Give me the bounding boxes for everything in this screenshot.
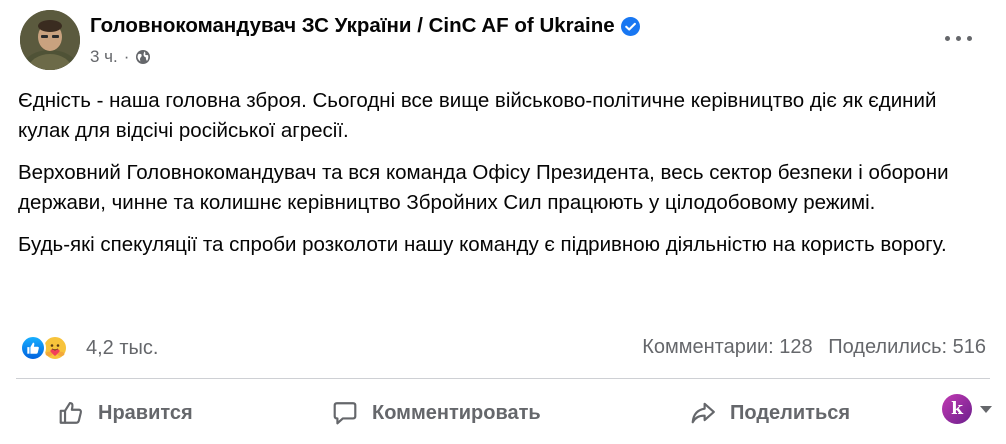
share-arrow-icon	[691, 402, 715, 424]
more-dot-icon	[955, 35, 961, 41]
comment-button[interactable]: Комментировать	[332, 388, 541, 438]
profile-avatar: k	[942, 394, 972, 424]
caret-down-icon	[980, 405, 992, 413]
more-dot-icon	[944, 35, 950, 41]
like-button[interactable]: Нравится	[58, 388, 193, 438]
post-paragraph: Єдність - наша головна зброя. Сьогодні в…	[18, 89, 937, 142]
reaction-count[interactable]: 4,2 тыс.	[86, 337, 158, 360]
post-stats: Комментарии: 128 Поделились: 516	[632, 336, 986, 359]
verified-badge-icon	[620, 16, 640, 36]
like-icon	[20, 335, 46, 361]
reaction-profile-selector[interactable]: k	[942, 394, 992, 424]
author-name-row: Головнокомандувач ЗС України / CinC AF o…	[90, 14, 640, 38]
share-button-label: Поделиться	[730, 401, 851, 424]
globe-icon	[136, 50, 151, 64]
post-meta: 3 ч. ·	[90, 47, 151, 67]
profile-avatar-letter: k	[951, 399, 963, 419]
post-time[interactable]: 3 ч.	[90, 47, 118, 67]
comments-count-link[interactable]: Комментарии: 128	[642, 336, 812, 358]
thumbs-up-icon	[59, 401, 82, 424]
post-text: Єдність - наша головна зброя. Сьогодні в…	[18, 86, 986, 272]
facebook-post: Головнокомандувач ЗС України / CinC AF o…	[0, 0, 1006, 444]
more-options-button[interactable]	[940, 26, 976, 50]
post-action-bar: Нравится Комментировать Поделиться	[0, 388, 1006, 438]
comment-button-label: Комментировать	[372, 401, 541, 424]
shares-count-link[interactable]: Поделились: 516	[828, 336, 986, 358]
share-button[interactable]: Поделиться	[690, 388, 850, 438]
post-paragraph: Будь-які спекуляції та спроби розколоти …	[18, 233, 947, 256]
author-avatar[interactable]	[20, 10, 80, 70]
reaction-icons	[20, 333, 76, 363]
post-paragraph: Верховний Головнокомандувач та вся коман…	[18, 161, 949, 214]
comment-bubble-icon	[333, 402, 357, 425]
author-name[interactable]: Головнокомандувач ЗС України / CinC AF o…	[90, 14, 615, 38]
meta-separator: ·	[123, 47, 130, 66]
divider	[16, 378, 990, 379]
more-dot-icon	[966, 35, 972, 41]
reactions-summary[interactable]: 4,2 тыс.	[20, 333, 158, 363]
like-button-label: Нравится	[98, 401, 193, 424]
